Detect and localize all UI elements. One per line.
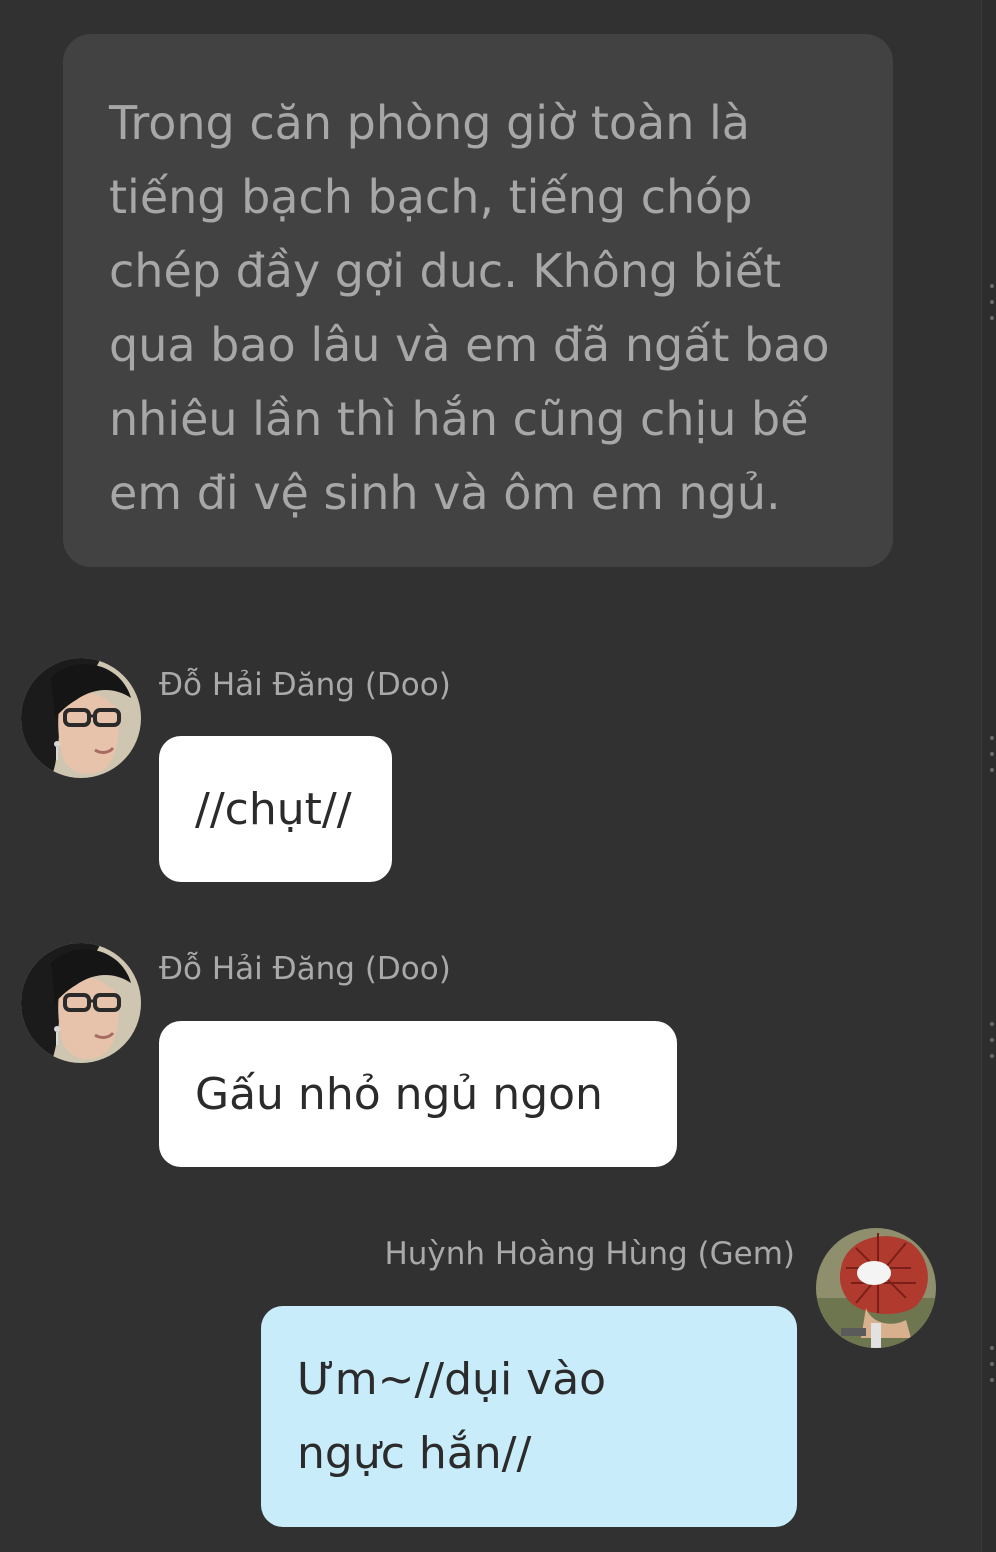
more-options-icon[interactable] xyxy=(990,1022,995,1058)
avatar-gem[interactable] xyxy=(816,1228,936,1348)
more-options-icon[interactable] xyxy=(990,284,995,320)
avatar-doo[interactable] xyxy=(21,943,141,1063)
avatar-doo[interactable] xyxy=(21,658,141,778)
message-bubble[interactable]: Ưm~//dụi vào ngực hắn// xyxy=(261,1306,797,1527)
message-bubble[interactable]: //chụt// xyxy=(159,736,392,882)
avatar-gem-image xyxy=(816,1228,936,1348)
narration-card: Trong căn phòng giờ toàn là tiếng bạch b… xyxy=(63,34,893,567)
more-options-icon[interactable] xyxy=(990,1346,995,1382)
avatar-doo-image xyxy=(21,658,141,778)
right-edge-strip xyxy=(981,0,996,1552)
more-options-icon[interactable] xyxy=(990,736,995,772)
message-bubble[interactable]: Gấu nhỏ ngủ ngon xyxy=(159,1021,677,1167)
sender-name: Huỳnh Hoàng Hùng (Gem) xyxy=(384,1236,795,1272)
sender-name: Đỗ Hải Đăng (Doo) xyxy=(159,667,451,703)
avatar-doo-image xyxy=(21,943,141,1063)
sender-name: Đỗ Hải Đăng (Doo) xyxy=(159,951,451,987)
narration-text: Trong căn phòng giờ toàn là tiếng bạch b… xyxy=(109,96,830,520)
